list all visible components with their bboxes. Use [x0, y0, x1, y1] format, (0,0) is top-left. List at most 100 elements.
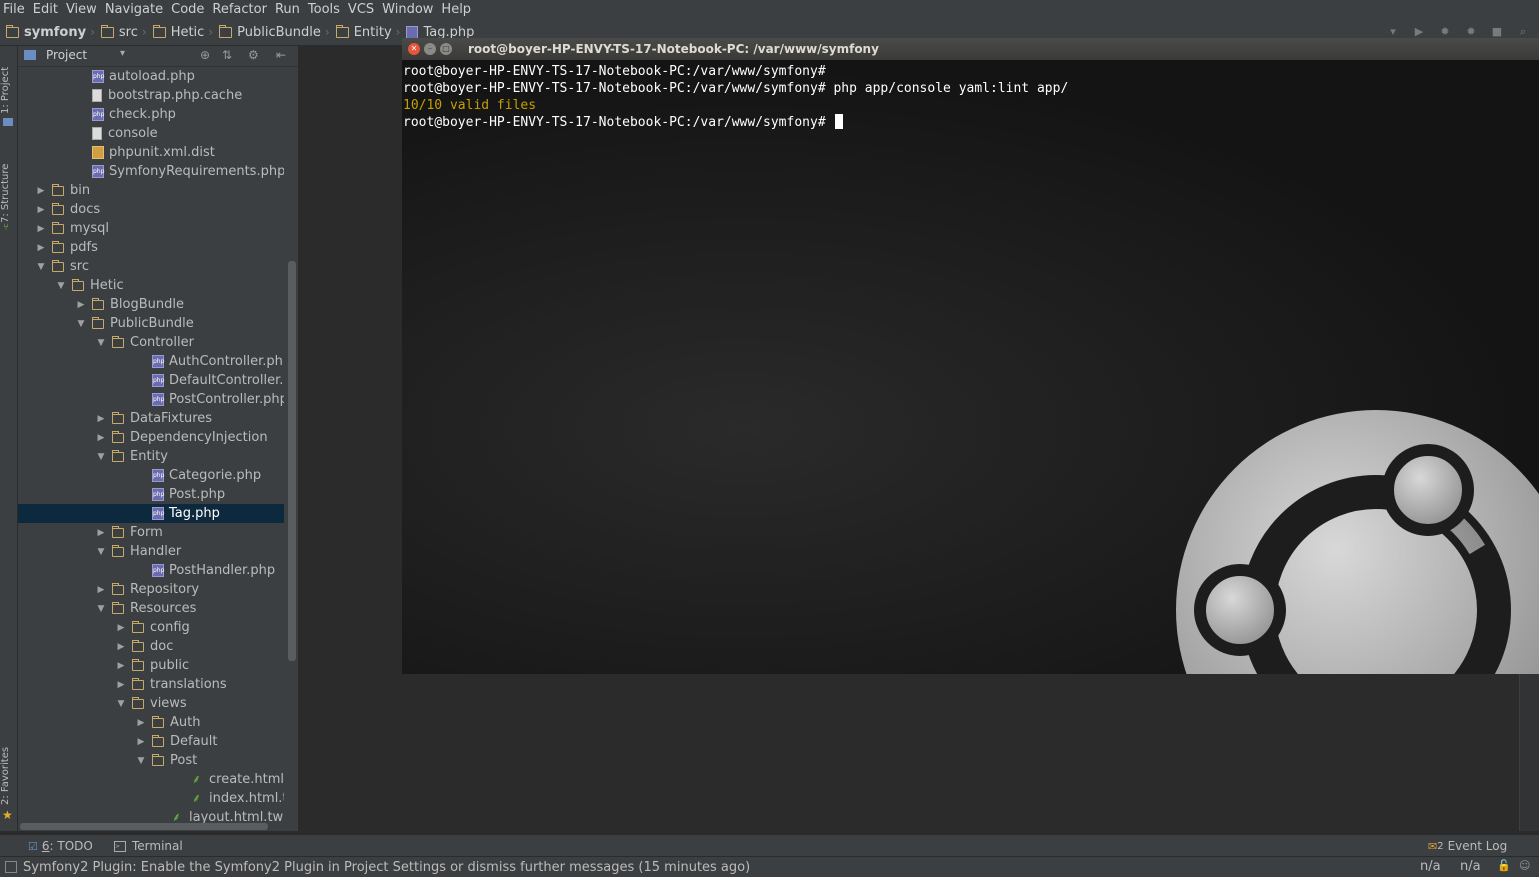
chevron-down-icon[interactable]: ▾ [120, 48, 125, 59]
tree-item[interactable]: ▼ Controller [18, 333, 284, 352]
tree-item[interactable]: ▶ public [18, 656, 284, 675]
chevron-right-icon[interactable]: ▶ [96, 433, 106, 443]
chevron-right-icon[interactable]: ▶ [136, 718, 146, 728]
chevron-right-icon[interactable]: ▶ [96, 528, 106, 538]
chevron-down-icon[interactable]: ▼ [136, 756, 146, 766]
menu-item-window[interactable]: Window [378, 0, 437, 19]
tab-terminal[interactable]: > Terminal [114, 835, 183, 857]
menu-item-code[interactable]: Code [167, 0, 208, 19]
hide-panel-icon[interactable]: ⇤ [276, 48, 286, 62]
inspector-icon[interactable]: ☺ [1519, 859, 1530, 872]
tool-windows-toggle-icon[interactable] [5, 861, 17, 873]
menu-item-help[interactable]: Help [437, 0, 475, 19]
menu-item-refactor[interactable]: Refactor [208, 0, 271, 19]
coverage-icon[interactable]: ✹ [1463, 25, 1479, 39]
breadcrumb-item[interactable]: Entity [330, 24, 396, 40]
tree-item[interactable]: phpunit.xml.dist [18, 143, 284, 162]
tree-item[interactable]: php PostHandler.php [18, 561, 284, 580]
collapse-all-icon[interactable]: ⇅ [222, 48, 232, 62]
tree-item[interactable]: php Post.php [18, 485, 284, 504]
chevron-right-icon[interactable]: ▶ [116, 642, 126, 652]
debug-icon[interactable]: ✹ [1437, 25, 1453, 39]
chevron-down-icon[interactable]: ▼ [96, 338, 106, 348]
run-config-dropdown-icon[interactable]: ▾ [1385, 25, 1401, 39]
menu-item-vcs[interactable]: VCS [344, 0, 378, 19]
tree-item[interactable]: ▶ translations [18, 675, 284, 694]
tab-todo[interactable]: ☑ 6 : TODO [28, 835, 93, 857]
tree-item[interactable]: ▶ config [18, 618, 284, 637]
menu-item-tools[interactable]: Tools [304, 0, 344, 19]
tab-project[interactable]: 1: Project [0, 60, 17, 120]
tree-item[interactable]: ▶ mysql [18, 219, 284, 238]
tree-item[interactable]: ▼ Hetic [18, 276, 284, 295]
tree-item[interactable]: ▼ Resources [18, 599, 284, 618]
tab-event-log[interactable]: ✉ 2 Event Log [1428, 835, 1507, 857]
tree-item[interactable]: ▶ Auth [18, 713, 284, 732]
tree-item[interactable]: php PostController.php [18, 390, 284, 409]
chevron-right-icon[interactable]: ▶ [116, 680, 126, 690]
breadcrumb-item[interactable]: PublicBundle [213, 24, 325, 40]
run-icon[interactable]: ▶ [1411, 25, 1427, 39]
chevron-down-icon[interactable]: ▼ [96, 604, 106, 614]
tree-item[interactable]: ▼ views [18, 694, 284, 713]
tree-item[interactable]: ▼ src [18, 257, 284, 276]
tree-item[interactable]: ⸙ create.html.tw [18, 770, 284, 789]
menu-item-view[interactable]: View [62, 0, 101, 19]
tree-item[interactable]: php AuthController.php [18, 352, 284, 371]
tree-item[interactable]: console [18, 124, 284, 143]
chevron-right-icon[interactable]: ▶ [116, 623, 126, 633]
gear-icon[interactable]: ⚙ [248, 48, 259, 62]
menu-item-navigate[interactable]: Navigate [101, 0, 167, 19]
search-icon[interactable]: ⌕ [1515, 25, 1531, 39]
maximize-icon[interactable]: □ [440, 43, 452, 55]
chevron-down-icon[interactable]: ▼ [96, 547, 106, 557]
chevron-right-icon[interactable]: ▶ [36, 205, 46, 215]
tree-item[interactable]: ▶ Form [18, 523, 284, 542]
terminal-title-bar[interactable]: ✕ – □ root@boyer-HP-ENVY-TS-17-Notebook-… [402, 38, 1539, 61]
tree-item[interactable]: ▶ Default [18, 732, 284, 751]
tree-item[interactable]: php DefaultController.ph [18, 371, 284, 390]
tree-item[interactable]: ▶ doc [18, 637, 284, 656]
chevron-right-icon[interactable]: ▶ [96, 585, 106, 595]
minimize-icon[interactable]: – [424, 43, 436, 55]
menu-item-run[interactable]: Run [271, 0, 304, 19]
lock-icon[interactable]: 🔓 [1497, 859, 1511, 872]
tree-item[interactable]: ▶ DependencyInjection [18, 428, 284, 447]
tree-item[interactable]: ▶ BlogBundle [18, 295, 284, 314]
tree-item[interactable]: ▼ Handler [18, 542, 284, 561]
tree-item[interactable]: php SymfonyRequirements.php [18, 162, 284, 181]
chevron-right-icon[interactable]: ▶ [116, 661, 126, 671]
chevron-right-icon[interactable]: ▶ [76, 300, 86, 310]
menu-item-edit[interactable]: Edit [29, 0, 62, 19]
chevron-right-icon[interactable]: ▶ [36, 224, 46, 234]
tab-favorites[interactable]: 2: Favorites [0, 746, 17, 806]
tree-item[interactable]: ⸙ index.html.twi [18, 789, 284, 808]
tree-item[interactable]: ▶ DataFixtures [18, 409, 284, 428]
tree-item[interactable]: ▶ Repository [18, 580, 284, 599]
tree-item[interactable]: ▼ PublicBundle [18, 314, 284, 333]
tree-item[interactable]: ▼ Post [18, 751, 284, 770]
chevron-down-icon[interactable]: ▼ [96, 452, 106, 462]
tree-item[interactable]: ▼ Entity [18, 447, 284, 466]
tree-item[interactable]: ▶ docs [18, 200, 284, 219]
close-icon[interactable]: ✕ [408, 43, 420, 55]
chevron-right-icon[interactable]: ▶ [96, 414, 106, 424]
locate-icon[interactable]: ⊕ [200, 48, 210, 62]
chevron-down-icon[interactable]: ▼ [76, 319, 86, 329]
menu-item-file[interactable]: File [0, 0, 29, 19]
breadcrumb-item[interactable]: symfony [0, 24, 90, 40]
chevron-down-icon[interactable]: ▼ [56, 281, 66, 291]
chevron-right-icon[interactable]: ▶ [136, 737, 146, 747]
breadcrumb-item[interactable]: src [95, 24, 142, 40]
chevron-right-icon[interactable]: ▶ [36, 243, 46, 253]
tree-item[interactable]: bootstrap.php.cache [18, 86, 284, 105]
tab-structure[interactable]: 7: Structure [0, 158, 17, 228]
chevron-down-icon[interactable]: ▼ [36, 262, 46, 272]
project-view-selector[interactable]: Project [46, 48, 87, 62]
tree-item[interactable]: php check.php [18, 105, 284, 124]
horizontal-scrollbar[interactable] [20, 823, 268, 830]
tree-item[interactable]: php autoload.php [18, 67, 284, 86]
chevron-right-icon[interactable]: ▶ [36, 186, 46, 196]
stop-icon[interactable]: ■ [1489, 25, 1505, 39]
status-message[interactable]: Symfony2 Plugin: Enable the Symfony2 Plu… [23, 860, 750, 875]
